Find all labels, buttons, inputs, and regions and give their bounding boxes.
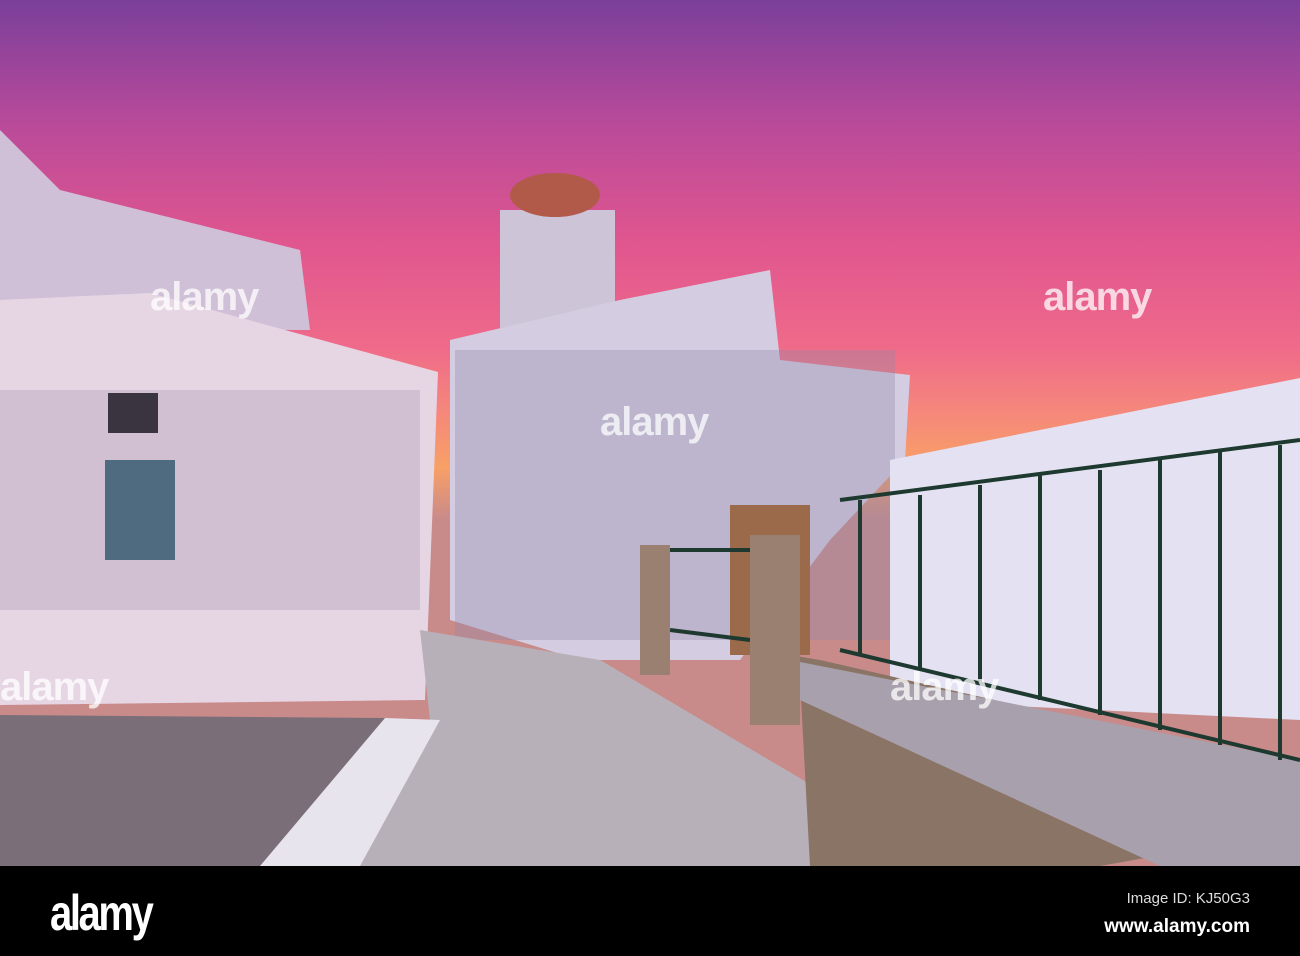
church-dome xyxy=(510,173,600,217)
watermark: alamy xyxy=(150,275,259,319)
stone-pillar xyxy=(640,545,670,675)
left-house-vent xyxy=(108,393,158,433)
watermark: alamy xyxy=(0,665,109,709)
left-house-pattern xyxy=(0,390,420,610)
site-url: www.alamy.com xyxy=(1104,916,1250,937)
image-id: Image ID: KJ50G3 xyxy=(1126,890,1250,907)
watermark: alamy xyxy=(1043,275,1152,319)
photo: alamy alamy alamy alamy alamy xyxy=(0,0,1300,866)
left-house-window xyxy=(105,460,175,560)
church-pattern xyxy=(455,350,895,640)
footer-bar: alamy Image ID: KJ50G3 www.alamy.com xyxy=(0,866,1300,956)
watermark: alamy xyxy=(600,400,709,444)
alamy-logo: alamy xyxy=(50,885,154,941)
stone-pillar xyxy=(750,535,800,725)
watermark: alamy xyxy=(890,665,999,709)
